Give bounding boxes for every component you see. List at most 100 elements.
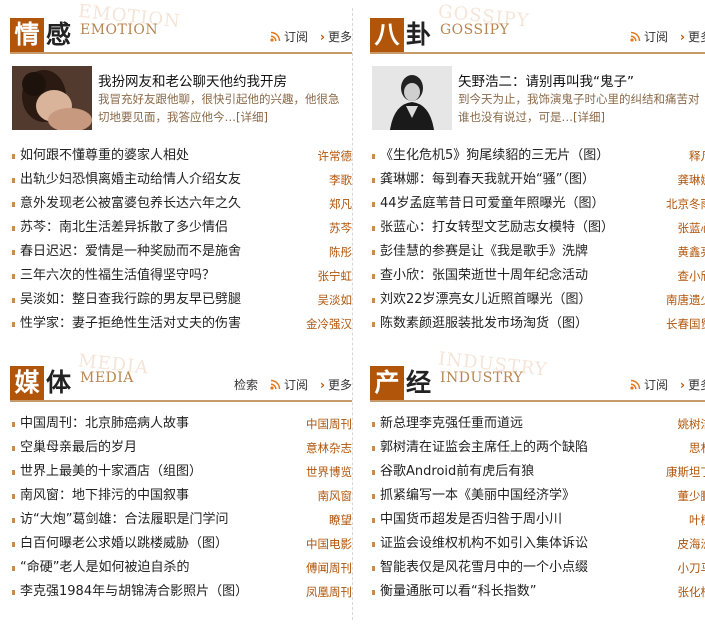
list-item[interactable]: 证监会设维权机构不如引入集体诉讼 皮海洲 [370,532,705,556]
feature-detail-link[interactable]: [详细] [236,110,268,124]
item-source[interactable]: 龚琳娜 [678,168,705,192]
item-source[interactable]: 许常德 [318,144,353,168]
item-title[interactable]: 44岁孟庭苇昔日可爱童年照曝光（图） [380,192,605,216]
list-item[interactable]: 中国周刊：北京肺癌病人故事 中国周刊 [10,412,352,436]
item-source[interactable]: 吴淡如 [318,288,353,312]
item-source[interactable]: 意林杂志 [306,436,352,460]
subscribe-link[interactable]: 订阅 [630,376,668,393]
list-item[interactable]: 春日迟迟：爱情是一种奖励而不是施舍 陈彤 [10,240,352,264]
item-title[interactable]: 彭佳慧的参赛是让《我是歌手》洗牌 [380,240,588,264]
item-source[interactable]: 苏芩 [329,216,352,240]
list-item[interactable]: 意外发现老公被富婆包养长达六年之久 郑凡 [10,192,352,216]
item-title[interactable]: 访“大炮”葛剑雄：合法履职是门学问 [20,508,228,532]
list-item[interactable]: 龚琳娜：每到春天我就开始“骚”（图） 龚琳娜 [370,168,705,192]
item-source[interactable]: 张蓝心 [678,216,705,240]
item-title[interactable]: 抓紧编写一本《美丽中国经济学》 [380,484,575,508]
item-title[interactable]: 意外发现老公被富婆包养长达六年之久 [20,192,241,216]
item-source[interactable]: 南风窗 [318,484,353,508]
list-item[interactable]: 抓紧编写一本《美丽中国经济学》 董少鹏 [370,484,705,508]
list-item[interactable]: 44岁孟庭苇昔日可爱童年照曝光（图） 北京冬雨 [370,192,705,216]
feature-title[interactable]: 矢野浩二：请别再叫我“鬼子” [458,70,634,90]
list-item[interactable]: 中国货币超发是否归咎于周小川 叶檀 [370,508,705,532]
item-title[interactable]: 郭树清在证监会主席任上的两个缺陷 [380,436,588,460]
list-item[interactable]: 访“大炮”葛剑雄：合法履职是门学问 瞭望 [10,508,352,532]
more-link[interactable]: › 更多 [320,28,352,45]
item-source[interactable]: 黄鑫亮 [678,240,705,264]
item-source[interactable]: 南唐遗少 [666,288,705,312]
list-item[interactable]: 性学家：妻子拒绝性生活对丈夫的伤害 金冷强汉 [10,312,352,336]
more-link[interactable]: › 更多 [680,376,705,393]
item-title[interactable]: 衡量通胀可以看“科长指数” [380,580,536,604]
item-source[interactable]: 中国电影 [306,532,352,556]
list-item[interactable]: 三年六次的性福生活值得坚守吗？ 张宁虹 [10,264,352,288]
subscribe-link[interactable]: 订阅 [630,28,668,45]
item-source[interactable]: 陈彤 [329,240,352,264]
feature-title[interactable]: 我扮网友和老公聊天他约我开房 [98,70,287,90]
item-title[interactable]: 新总理李克强任重而道远 [380,412,523,436]
item-title[interactable]: 证监会设维权机构不如引入集体诉讼 [380,532,588,556]
item-source[interactable]: 世界博览 [306,460,352,484]
item-source[interactable]: 小刀马 [678,556,705,580]
item-title[interactable]: 刘欢22岁漂亮女儿近照首曝光（图） [380,288,592,312]
item-title[interactable]: 吴淡如：整日查我行踪的男友早已劈腿 [20,288,241,312]
item-source[interactable]: 康斯坦丁 [666,460,705,484]
list-item[interactable]: 彭佳慧的参赛是让《我是歌手》洗牌 黄鑫亮 [370,240,705,264]
item-title[interactable]: 李克强1984年与胡锦涛合影照片（图） [20,580,248,604]
list-item[interactable]: 世界上最美的十家酒店（组图） 世界博览 [10,460,352,484]
item-title[interactable]: 《生化危机5》狗尾续貂的三无片（图） [380,144,609,168]
item-source[interactable]: 郑凡 [329,192,352,216]
subscribe-link[interactable]: 订阅 [270,376,308,393]
section-title[interactable]: 八 卦 [370,14,431,52]
item-title[interactable]: 中国周刊：北京肺癌病人故事 [20,412,189,436]
item-title[interactable]: 性学家：妻子拒绝性生活对丈夫的伤害 [20,312,241,336]
item-source[interactable]: 李歌 [329,168,352,192]
feature-detail-link[interactable]: [详细] [573,110,605,124]
list-item[interactable]: “命硬”老人是如何被迫自杀的 傅闻周刊 [10,556,352,580]
list-item[interactable]: 衡量通胀可以看“科长指数” 张化桥 [370,580,705,604]
feature-photo[interactable] [372,66,452,130]
item-source[interactable]: 董少鹏 [678,484,705,508]
list-item[interactable]: 刘欢22岁漂亮女儿近照首曝光（图） 南唐遗少 [370,288,705,312]
item-title[interactable]: 春日迟迟：爱情是一种奖励而不是施舍 [20,240,241,264]
list-item[interactable]: 新总理李克强任重而道远 姚树洁 [370,412,705,436]
list-item[interactable]: 张蓝心：打女转型文艺励志女模特（图） 张蓝心 [370,216,705,240]
item-source[interactable]: 张宁虹 [318,264,353,288]
item-title[interactable]: 张蓝心：打女转型文艺励志女模特（图） [380,216,614,240]
item-source[interactable]: 叶檀 [689,508,705,532]
subscribe-link[interactable]: 订阅 [270,28,308,45]
item-title[interactable]: 白百何曝老公求婚以跳楼威胁（图） [20,532,228,556]
list-item[interactable]: 李克强1984年与胡锦涛合影照片（图） 凤凰周刊 [10,580,352,604]
item-source[interactable]: 瞭望 [329,508,352,532]
list-item[interactable]: 出轨少妇恐惧离婚主动给情人介绍女友 李歌 [10,168,352,192]
item-source[interactable]: 中国周刊 [306,412,352,436]
item-source[interactable]: 张化桥 [678,580,705,604]
item-title[interactable]: 出轨少妇恐惧离婚主动给情人介绍女友 [20,168,241,192]
item-title[interactable]: 三年六次的性福生活值得坚守吗？ [20,264,215,288]
item-title[interactable]: 查小欣：张国荣逝世十周年纪念活动 [380,264,588,288]
item-source[interactable]: 思朴 [689,436,705,460]
item-title[interactable]: 世界上最美的十家酒店（组图） [20,460,202,484]
item-title[interactable]: 如何跟不懂尊重的婆家人相处 [20,144,189,168]
list-item[interactable]: 郭树清在证监会主席任上的两个缺陷 思朴 [370,436,705,460]
item-title[interactable]: 南风窗：地下排污的中国叙事 [20,484,189,508]
list-item[interactable]: 查小欣：张国荣逝世十周年纪念活动 查小欣 [370,264,705,288]
item-source[interactable]: 凤凰周刊 [306,580,352,604]
feature-photo[interactable] [12,66,92,130]
item-title[interactable]: “命硬”老人是如何被迫自杀的 [20,556,189,580]
list-item[interactable]: 陈数素颜逛服装批发市场淘货（图） 长春国贸 [370,312,705,336]
item-title[interactable]: 龚琳娜：每到春天我就开始“骚”（图） [380,168,595,192]
item-title[interactable]: 陈数素颜逛服装批发市场淘货（图） [380,312,588,336]
item-title[interactable]: 智能表仅是风花雪月中的一个小点缀 [380,556,588,580]
more-link[interactable]: › 更多 [680,28,705,45]
item-source[interactable]: 释凡 [689,144,705,168]
section-title[interactable]: 情 感 [10,14,71,52]
item-source[interactable]: 傅闻周刊 [306,556,352,580]
item-title[interactable]: 中国货币超发是否归咎于周小川 [380,508,562,532]
list-item[interactable]: 《生化危机5》狗尾续貂的三无片（图） 释凡 [370,144,705,168]
item-source[interactable]: 长春国贸 [666,312,705,336]
list-item[interactable]: 如何跟不懂尊重的婆家人相处 许常德 [10,144,352,168]
item-source[interactable]: 查小欣 [678,264,705,288]
section-title[interactable]: 媒 体 [10,362,71,400]
list-item[interactable]: 吴淡如：整日查我行踪的男友早已劈腿 吴淡如 [10,288,352,312]
list-item[interactable]: 白百何曝老公求婚以跳楼威胁（图） 中国电影 [10,532,352,556]
